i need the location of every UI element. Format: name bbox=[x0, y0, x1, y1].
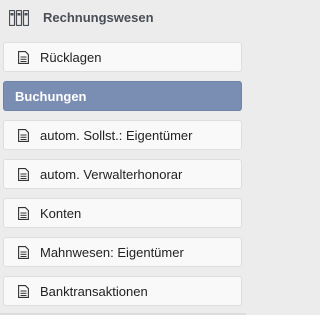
menu-item-ruecklagen[interactable]: Rücklagen bbox=[3, 42, 242, 72]
menu-item-label: Rücklagen bbox=[40, 50, 102, 65]
menu-item-autom-sollst-eigentuemer[interactable]: autom. Sollst.: Eigentümer bbox=[3, 120, 242, 150]
document-icon bbox=[18, 51, 29, 64]
document-icon bbox=[18, 285, 29, 298]
section-header[interactable]: Rechnungswesen bbox=[0, 0, 246, 36]
menu-item-label: Mahnwesen: Eigentümer bbox=[40, 245, 184, 260]
menu-item-autom-verwalterhonorar[interactable]: autom. Verwalterhonorar bbox=[3, 159, 242, 189]
menu-item-label: Buchungen bbox=[15, 89, 87, 104]
menu-item-label: autom. Sollst.: Eigentümer bbox=[40, 128, 193, 143]
document-icon bbox=[18, 207, 29, 220]
document-icon bbox=[18, 246, 29, 259]
menu-item-mahnwesen-eigentuemer[interactable]: Mahnwesen: Eigentümer bbox=[3, 237, 242, 267]
menu-item-label: Banktransaktionen bbox=[40, 284, 148, 299]
menu-item-label: autom. Verwalterhonorar bbox=[40, 167, 183, 182]
menu-item-buchungen[interactable]: Buchungen bbox=[3, 81, 242, 111]
menu-list: Rücklagen Buchungen autom. Sollst.: Eige… bbox=[3, 42, 242, 315]
section-title: Rechnungswesen bbox=[43, 10, 154, 25]
binders-icon bbox=[9, 10, 29, 26]
document-icon bbox=[18, 168, 29, 181]
accounting-sidebar: Rechnungswesen Rücklagen Buchungen autom… bbox=[0, 0, 246, 315]
menu-item-banktransaktionen[interactable]: Banktransaktionen bbox=[3, 276, 242, 306]
menu-item-konten[interactable]: Konten bbox=[3, 198, 242, 228]
menu-item-label: Konten bbox=[40, 206, 82, 221]
document-icon bbox=[18, 129, 29, 142]
